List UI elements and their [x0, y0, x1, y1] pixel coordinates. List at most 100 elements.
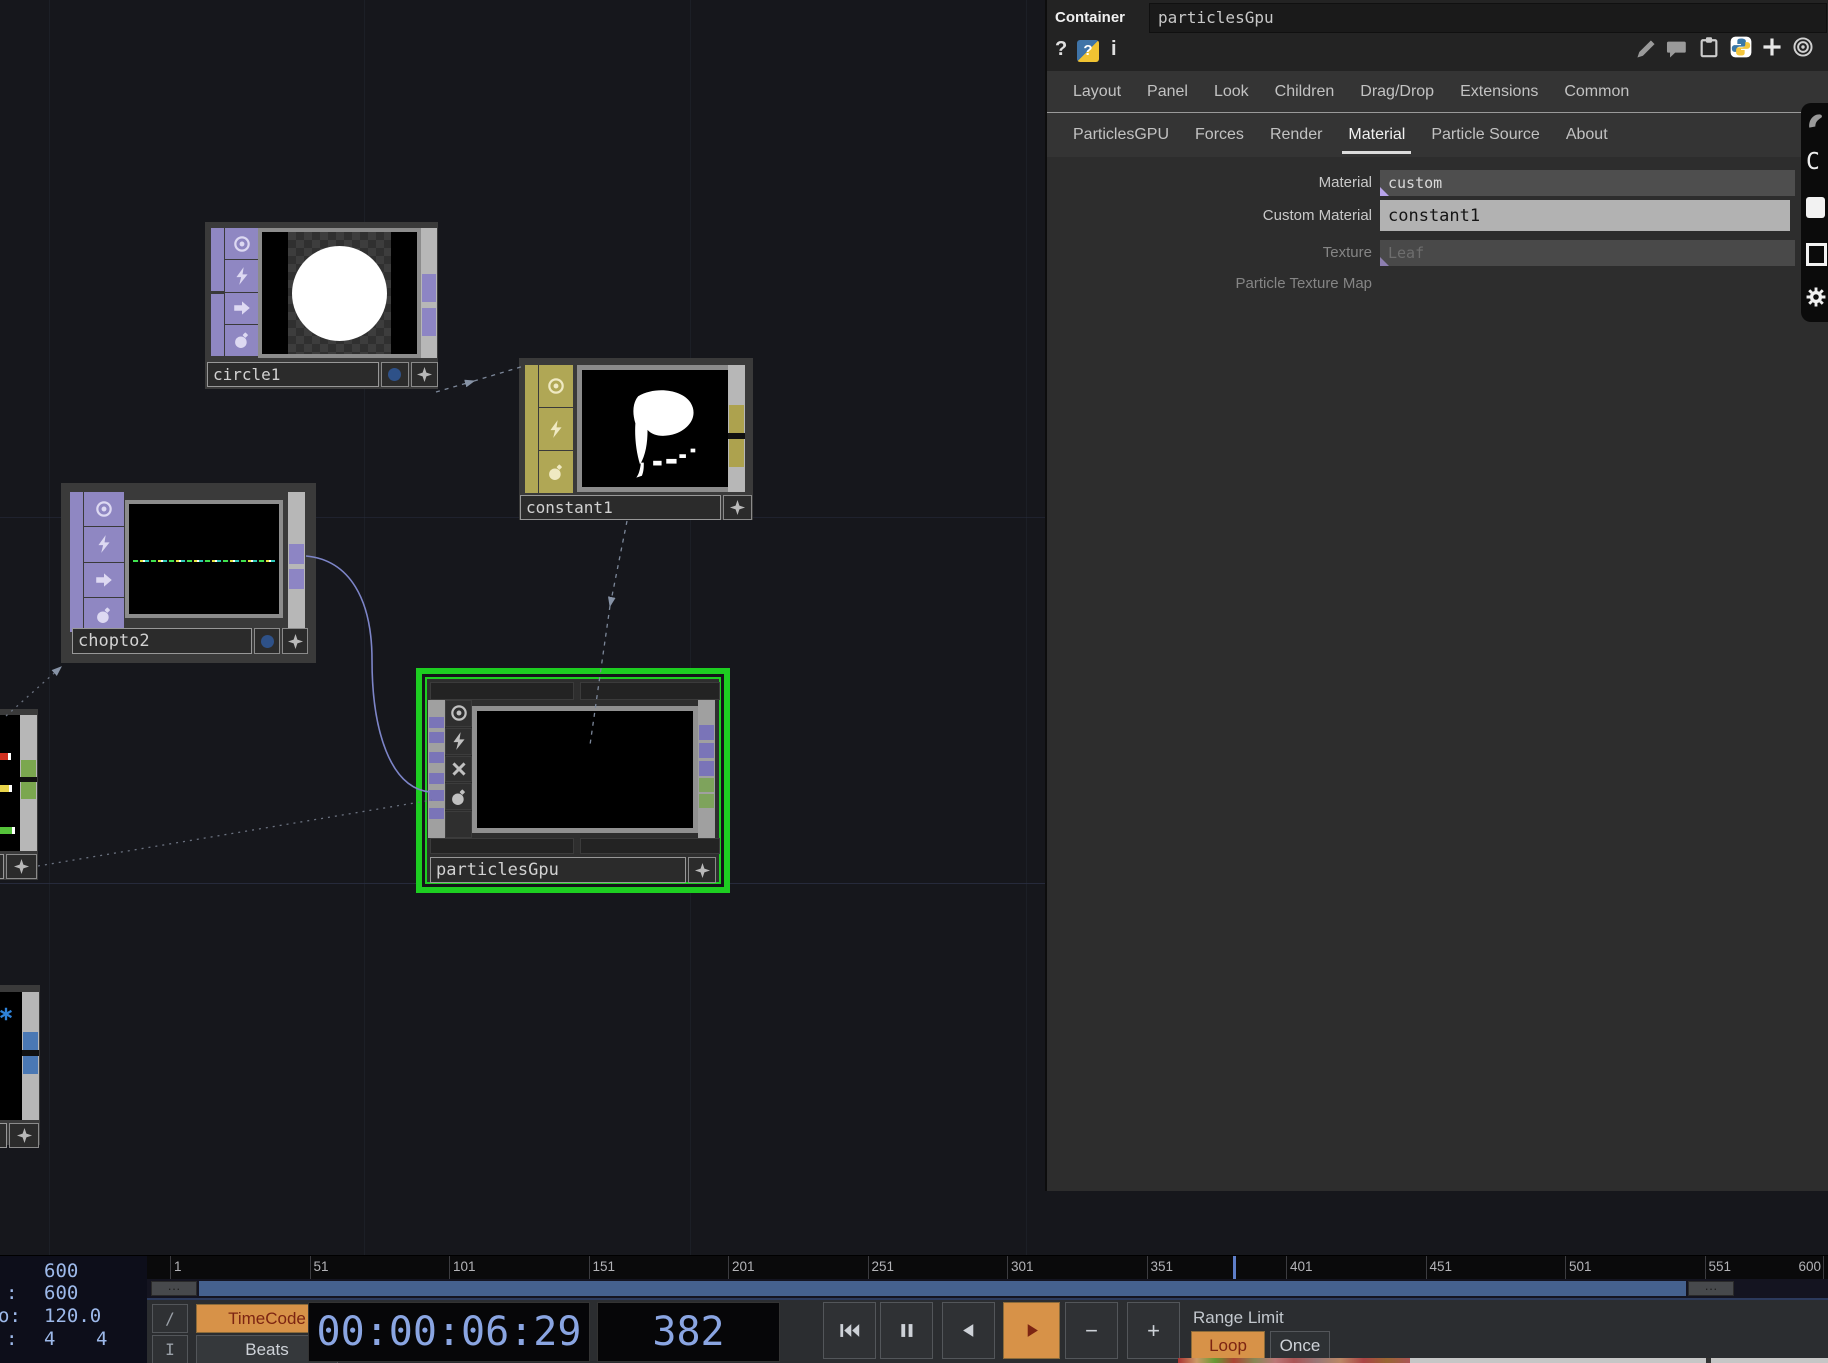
output-connector[interactable] [699, 794, 714, 808]
timeline-ruler[interactable]: 151101151201251301351401451501551600 [147, 1256, 1828, 1279]
input-connector[interactable] [429, 752, 444, 763]
tab-look[interactable]: Look [1214, 83, 1249, 101]
jump-to-start-button[interactable] [823, 1302, 876, 1359]
output-strip[interactable] [20, 715, 37, 851]
subtab-particlesgpu[interactable]: ParticlesGPU [1073, 126, 1169, 144]
node-name[interactable]: particlesGpu [430, 857, 686, 883]
viewer-flag-icon[interactable] [445, 700, 472, 727]
node-menu-button[interactable] [688, 857, 716, 883]
lock-flag-icon[interactable] [84, 598, 124, 632]
cook-flag-icon[interactable] [225, 260, 258, 291]
output-connector[interactable] [699, 778, 714, 792]
subtab-particle-source[interactable]: Particle Source [1431, 126, 1540, 144]
lock-flag-icon[interactable] [225, 325, 258, 356]
node-menu-button[interactable] [723, 495, 752, 520]
viewer-flag-icon[interactable] [84, 492, 124, 526]
gecko-icon[interactable] [1806, 111, 1826, 136]
node-name[interactable]: circle1 [207, 362, 379, 387]
output-connector[interactable] [699, 743, 714, 758]
output-connector[interactable] [289, 569, 304, 589]
help-button[interactable]: ? [1055, 38, 1067, 61]
range-grip-right[interactable]: ··· [1688, 1281, 1734, 1296]
lock-flag-icon[interactable] [539, 451, 573, 493]
output-strip[interactable] [22, 992, 39, 1120]
viewer-flag-icon[interactable] [539, 365, 573, 407]
output-connector[interactable] [422, 308, 436, 336]
node-menu-button[interactable] [6, 854, 37, 879]
setting-row1-value[interactable]: 600 [44, 1260, 78, 1282]
output-connector[interactable] [21, 760, 36, 777]
op-name-field[interactable]: particlesGpu [1149, 3, 1827, 33]
viewer-toggle-button[interactable] [254, 628, 281, 654]
node-chopto2[interactable]: chopto2 [61, 483, 316, 663]
output-connector[interactable] [729, 439, 744, 467]
output-strip[interactable] [288, 492, 305, 632]
cook-flag-icon[interactable] [84, 527, 124, 561]
solid-rect-icon[interactable] [1806, 197, 1825, 218]
output-connector[interactable] [422, 274, 436, 302]
input-connector[interactable] [429, 773, 444, 784]
render-flag-icon[interactable] [445, 756, 472, 783]
ruler-mode-beats-button[interactable]: I [152, 1335, 188, 1363]
output-strip[interactable] [728, 365, 745, 492]
info-button[interactable]: i [1111, 38, 1117, 61]
gear-icon[interactable] [1806, 287, 1826, 312]
input-connector[interactable] [429, 790, 444, 801]
node-circle1[interactable]: circle1 [205, 222, 438, 389]
input-strip[interactable] [428, 700, 445, 838]
setting-row3-value[interactable]: 120.0 [44, 1305, 101, 1327]
input-connector[interactable] [429, 808, 444, 819]
node-preview[interactable] [577, 365, 734, 492]
subtab-about[interactable]: About [1566, 126, 1608, 144]
pause-button[interactable] [880, 1302, 933, 1359]
node-flag-strip[interactable] [211, 228, 224, 291]
bypass-flag-icon[interactable] [225, 293, 258, 324]
node-name[interactable] [0, 1123, 7, 1148]
cook-flag-icon[interactable] [445, 728, 472, 755]
node-flag-strip[interactable] [525, 365, 538, 493]
param-value-material[interactable]: custom [1380, 170, 1795, 196]
lock-flag-icon[interactable] [445, 783, 472, 810]
node-preview[interactable] [472, 706, 698, 833]
setting-row4-value[interactable]: 4 [44, 1328, 55, 1350]
step-back-button[interactable]: − [1065, 1302, 1118, 1359]
output-connector[interactable] [21, 782, 36, 799]
copy-parameters-icon[interactable] [1698, 36, 1720, 63]
node-name[interactable]: chopto2 [72, 628, 252, 654]
node-particlesGpu-selected[interactable]: particlesGpu [416, 668, 730, 893]
node-constant1[interactable]: constant1 [519, 358, 753, 520]
output-strip[interactable] [421, 228, 437, 358]
output-connector[interactable] [23, 1032, 38, 1050]
setting-row4-value2[interactable]: 4 [96, 1328, 107, 1350]
tab-layout[interactable]: Layout [1073, 83, 1121, 101]
tab-panel[interactable]: Panel [1147, 83, 1188, 101]
input-connector[interactable] [429, 717, 444, 728]
playhead[interactable] [1233, 1256, 1236, 1279]
once-button[interactable]: Once [1270, 1331, 1330, 1360]
outline-rect-icon[interactable] [1806, 243, 1827, 266]
node-partial-chop[interactable] [0, 709, 38, 880]
node-menu-button[interactable] [9, 1123, 39, 1148]
cook-flag-icon[interactable] [539, 408, 573, 450]
node-flag-strip[interactable] [70, 492, 83, 632]
subtab-material-active[interactable]: Material [1348, 126, 1405, 144]
python-logo-icon[interactable] [1730, 36, 1752, 63]
node-partial-sop[interactable] [0, 985, 40, 1145]
ruler-mode-frames-button[interactable]: / [152, 1304, 188, 1333]
param-value-texture[interactable]: Leaf [1380, 240, 1795, 266]
range-grip-left[interactable]: ··· [151, 1281, 197, 1296]
timeline-range-scrollbar[interactable]: ··· ··· [147, 1279, 1828, 1298]
step-forward-button[interactable]: + [1127, 1302, 1180, 1359]
node-name[interactable] [0, 854, 4, 879]
node-preview[interactable] [0, 715, 20, 851]
bypass-flag-icon[interactable] [84, 563, 124, 597]
tab-dragdrop[interactable]: Drag/Drop [1360, 83, 1434, 101]
viewer-flag-icon[interactable] [225, 228, 258, 259]
node-preview[interactable] [258, 228, 421, 358]
node-menu-button[interactable] [411, 362, 438, 387]
output-connector[interactable] [729, 405, 744, 433]
tab-extensions[interactable]: Extensions [1460, 83, 1538, 101]
range-bar[interactable] [199, 1281, 1686, 1296]
output-connector[interactable] [699, 761, 714, 776]
node-preview[interactable] [0, 992, 22, 1120]
